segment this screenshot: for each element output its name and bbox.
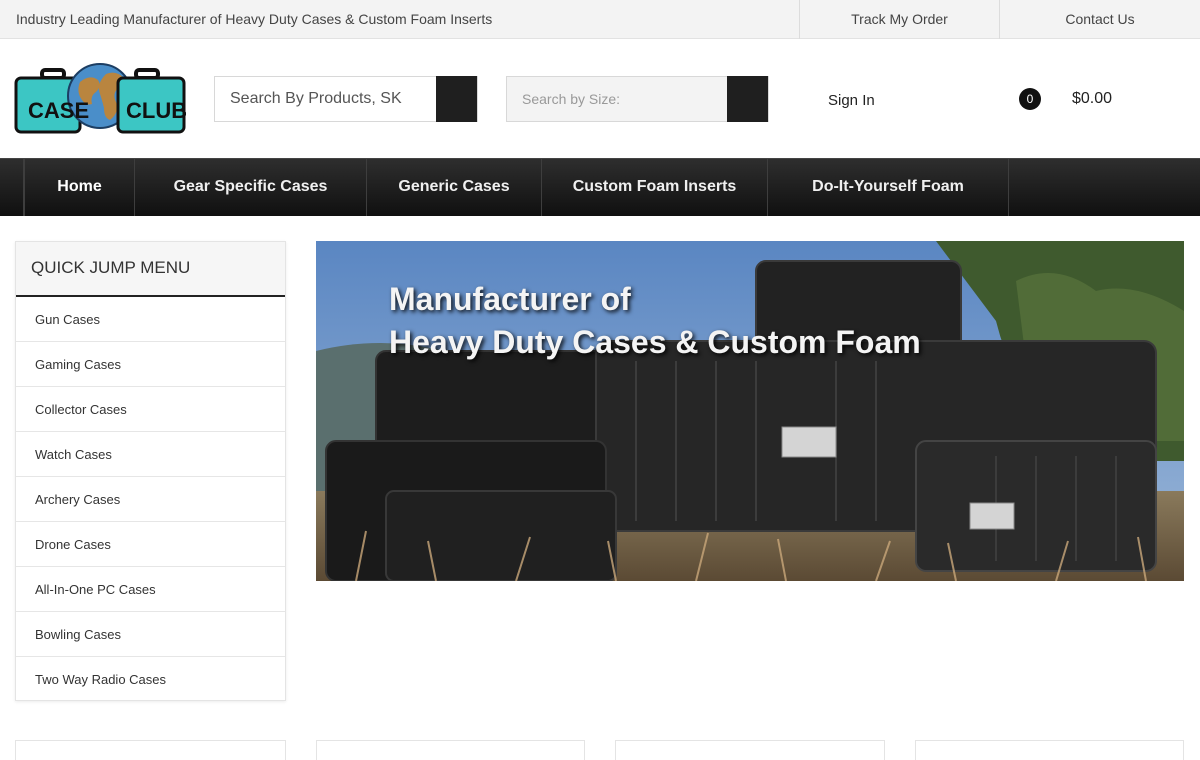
content-card bbox=[316, 740, 585, 760]
sidebar-link-all-in-one-pc-cases[interactable]: All-In-One PC Cases bbox=[16, 567, 285, 612]
sidebar-link-drone-cases[interactable]: Drone Cases bbox=[16, 522, 285, 567]
sidebar-link-archery-cases[interactable]: Archery Cases bbox=[16, 477, 285, 522]
content-card bbox=[915, 740, 1184, 760]
size-search bbox=[506, 76, 769, 122]
sidebar-link-bowling-cases[interactable]: Bowling Cases bbox=[16, 612, 285, 657]
site-logo[interactable]: CASE CLUB bbox=[14, 62, 187, 136]
sidebar-link-two-way-radio-cases[interactable]: Two Way Radio Cases bbox=[16, 657, 285, 702]
hero-heading-line1: Manufacturer of bbox=[389, 281, 631, 317]
nav-item-home[interactable]: Home bbox=[24, 159, 134, 216]
sign-in-link[interactable]: Sign In bbox=[828, 92, 875, 109]
product-search-button[interactable] bbox=[436, 76, 477, 122]
cart-total[interactable]: $0.00 bbox=[1072, 90, 1112, 108]
top-bar: Industry Leading Manufacturer of Heavy D… bbox=[0, 0, 1200, 39]
nav-item-gear-specific-cases[interactable]: Gear Specific Cases bbox=[134, 159, 366, 216]
content-card bbox=[615, 740, 885, 760]
nav-item-custom-foam-inserts[interactable]: Custom Foam Inserts bbox=[541, 159, 767, 216]
product-search bbox=[214, 76, 478, 122]
nav-item-diy-foam[interactable]: Do-It-Yourself Foam bbox=[767, 159, 1009, 216]
hero-heading-line2: Heavy Duty Cases & Custom Foam bbox=[389, 324, 921, 360]
tagline: Industry Leading Manufacturer of Heavy D… bbox=[16, 11, 493, 27]
sidebar-link-gun-cases[interactable]: Gun Cases bbox=[16, 297, 285, 342]
sidebar-link-watch-cases[interactable]: Watch Cases bbox=[16, 432, 285, 477]
product-search-input[interactable] bbox=[215, 77, 437, 121]
logo-text-club: CLUB bbox=[126, 98, 186, 123]
sidebar-link-collector-cases[interactable]: Collector Cases bbox=[16, 387, 285, 432]
logo-text-case: CASE bbox=[28, 98, 89, 123]
content-card bbox=[15, 740, 286, 760]
nav-item-generic-cases[interactable]: Generic Cases bbox=[366, 159, 541, 216]
contact-us-link[interactable]: Contact Us bbox=[999, 0, 1200, 39]
quick-jump-menu: QUICK JUMP MENU Gun Cases Gaming Cases C… bbox=[15, 241, 286, 701]
hero-banner[interactable]: Manufacturer of Heavy Duty Cases & Custo… bbox=[316, 241, 1184, 581]
main-nav: Home Gear Specific Cases Generic Cases C… bbox=[0, 158, 1200, 216]
quick-jump-title: QUICK JUMP MENU bbox=[16, 242, 285, 297]
track-order-link[interactable]: Track My Order bbox=[799, 0, 999, 39]
sidebar-link-gaming-cases[interactable]: Gaming Cases bbox=[16, 342, 285, 387]
cart-count-badge[interactable]: 0 bbox=[1019, 88, 1041, 110]
size-search-button[interactable] bbox=[727, 76, 768, 122]
size-search-input[interactable] bbox=[507, 77, 728, 121]
